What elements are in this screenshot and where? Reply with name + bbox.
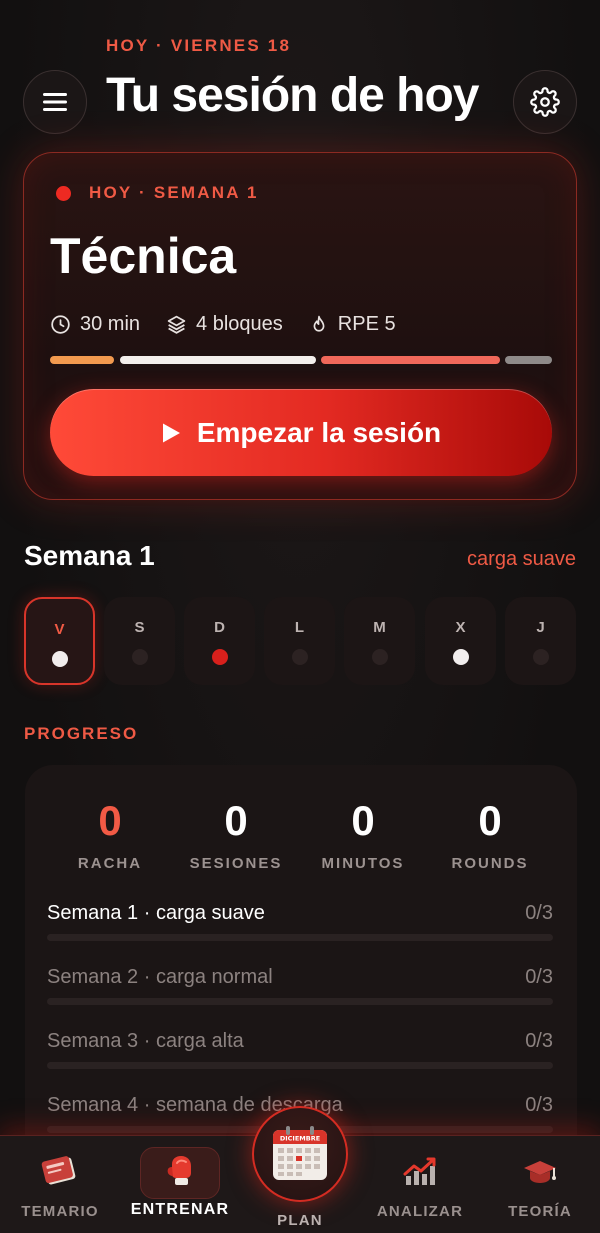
settings-button[interactable] [513,70,577,134]
stat-label: ROUNDS [451,855,529,872]
stat-value: 0 [98,797,122,844]
rpe-meta: RPE 5 [309,313,396,336]
blocks-meta: 4 bloques [166,313,283,336]
stat-label: RACHA [77,855,143,872]
flame-icon [313,315,325,332]
stat-rounds: 0 ROUNDS [425,797,555,872]
day-status-dot [452,649,469,665]
day-letter: V [54,621,65,638]
day-letter: S [134,619,145,636]
tab-label: TEORÍA [508,1203,572,1220]
day-letter: D [214,619,225,636]
week-progress-track [47,1062,553,1069]
stat-value: 0 [478,797,502,844]
week-title: Semana 1 [24,540,155,571]
session-badge-label: HOY · SEMANA 1 [89,183,259,202]
week-row-count: 0/3 [525,1030,553,1052]
day-status-dot [291,649,308,665]
menu-icon [43,93,67,111]
stat-streak: 0 RACHA [45,797,175,872]
play-icon [162,423,180,442]
day-status-dot [211,649,228,665]
day-letter: X [455,619,466,636]
week-row-label: Semana 1 · carga suave [47,902,265,924]
week-progress-track [47,934,553,941]
tab-analizar[interactable]: ANALIZAR [360,1136,480,1233]
tab-temario[interactable]: TEMARIO [0,1136,120,1233]
day-letter: J [536,619,545,636]
stat-sessions: 0 SESIONES [171,797,301,872]
start-session-label: Empezar la sesión [196,416,442,448]
day-chip-j[interactable]: J [505,597,576,685]
blocks-text: 4 bloques [196,313,283,335]
session-badge: HOY · SEMANA 1 [56,183,259,203]
day-chip-x[interactable]: X [425,597,496,685]
day-chip-l[interactable]: L [264,597,335,685]
day-status-dot [532,649,549,665]
stat-label: SESIONES [189,855,283,872]
week-row-count: 0/3 [525,966,553,988]
boxing-glove-icon [157,1153,203,1189]
day-status-dot [131,649,148,665]
day-status-dot [51,651,68,667]
tab-label: ENTRENAR [130,1201,230,1218]
day-chip-m[interactable]: M [344,597,415,685]
today-session-card[interactable]: HOY · SEMANA 1 Técnica 30 min 4 bloques … [23,152,577,500]
start-session-button[interactable]: Empezar la sesión [50,389,552,476]
session-title: Técnica [50,228,237,284]
week-load: carga suave [467,548,576,570]
week-row-label: Semana 2 · carga normal [47,966,273,988]
block-bar-2 [120,356,316,364]
tab-plan-label: PLAN [277,1212,323,1229]
session-meta: 30 min 4 bloques RPE 5 [50,313,422,336]
stat-label: MINUTOS [321,855,405,872]
day-letter: M [373,619,386,636]
book-icon [37,1154,83,1190]
clock-icon [51,315,70,334]
week-row-label: Semana 3 · carga alta [47,1030,244,1052]
day-chip-s[interactable]: S [104,597,175,685]
duration-meta: 30 min [50,313,140,336]
duration-text: 30 min [80,313,141,335]
week-row-count: 0/3 [525,902,553,924]
tab-label: TEMARIO [21,1203,99,1220]
block-bar-4 [505,356,552,364]
chart-icon [397,1154,443,1190]
menu-button[interactable] [23,70,87,134]
week-progress-track [47,998,553,1005]
stat-value: 0 [224,797,248,844]
tab-teoria[interactable]: TEORÍA [480,1136,600,1233]
day-letter: L [294,619,305,636]
progress-section-label: PROGRESO [24,724,139,743]
rpe-text: RPE 5 [337,313,396,335]
page-title: Tu sesión de hoy [106,69,479,122]
day-status-dot [371,649,388,665]
date-label: HOY · VIERNES 18 [106,36,292,55]
gear-icon [530,87,560,117]
week-row-count: 0/3 [525,1094,553,1116]
tab-plan[interactable]: DICIEMBRE [252,1106,348,1202]
calendar-month: DICIEMBRE [280,1135,320,1143]
day-chip-d[interactable]: D [184,597,255,685]
stat-value: 0 [351,797,375,844]
block-bar-1 [50,356,114,364]
live-dot-icon [56,185,71,201]
day-chip-v[interactable]: V [24,597,95,685]
header: HOY · VIERNES 18 Tu sesión de hoy [0,0,600,150]
graduation-cap-icon [517,1154,563,1190]
block-bar-3 [321,356,500,364]
calendar-icon: DICIEMBRE [273,1126,327,1180]
stat-minutes: 0 MINUTOS [298,797,428,872]
tab-label: ANALIZAR [376,1203,464,1220]
layers-icon [167,315,186,334]
